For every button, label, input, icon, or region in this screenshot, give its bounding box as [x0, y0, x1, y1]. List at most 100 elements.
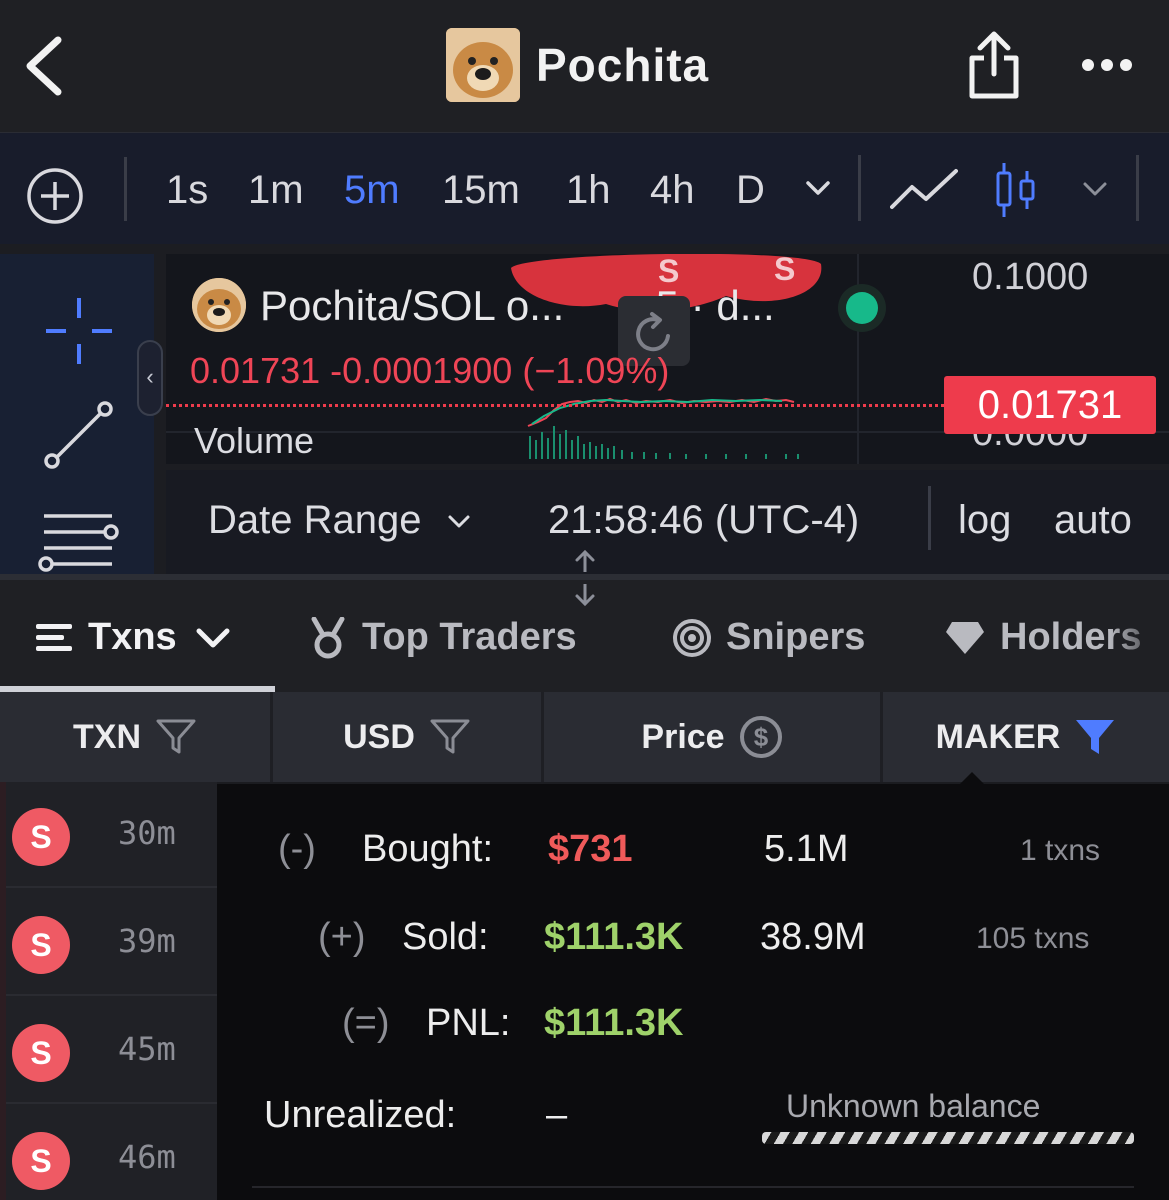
timeframe-1s[interactable]: 1s: [166, 167, 208, 213]
sold-txns: 105 txns: [976, 922, 1090, 955]
back-button[interactable]: [22, 34, 70, 98]
list-icon: [36, 623, 72, 651]
txn-age: 39m: [118, 922, 176, 960]
sell-badge: S: [12, 1132, 70, 1190]
date-range-button[interactable]: Date Range: [208, 498, 471, 543]
sell-badge: S: [12, 916, 70, 974]
bought-prefix: (-): [278, 828, 316, 870]
pair-avatar: [192, 278, 246, 332]
txn-age: 45m: [118, 1030, 176, 1068]
table-row[interactable]: S 46m: [0, 1106, 217, 1200]
tab-label: Snipers: [726, 616, 866, 658]
chart-resize-handle[interactable]: [572, 548, 598, 608]
more-dots-icon: [1082, 59, 1132, 71]
price-readout: 0.01731 -0.0001900 (−1.09%): [190, 350, 669, 392]
auto-scale-toggle[interactable]: auto: [1054, 498, 1132, 543]
tab-fade: [1109, 580, 1169, 692]
more-options-button[interactable]: [1080, 54, 1134, 76]
column-header-txn[interactable]: TXN: [0, 692, 270, 782]
row-accent: [0, 782, 6, 1200]
medal-icon: [311, 616, 345, 658]
horizontal-lines-icon: [38, 514, 119, 572]
chevron-left-icon: [26, 36, 62, 96]
crosshair-tool[interactable]: [42, 294, 116, 373]
column-label: TXN: [73, 717, 141, 756]
column-label: MAKER: [935, 717, 1061, 756]
log-scale-toggle[interactable]: log: [958, 498, 1011, 543]
unrealized-value: –: [546, 1094, 568, 1136]
chevron-down-icon: [448, 515, 470, 528]
price-change-percent: (−1.09%): [522, 350, 670, 391]
sold-prefix: (+): [318, 916, 366, 958]
divider: [858, 155, 861, 221]
filter-active-icon: [1076, 720, 1115, 754]
chevron-down-icon: [196, 628, 230, 647]
txn-age: 46m: [118, 1138, 176, 1176]
top-bar: Pochita: [0, 0, 1169, 132]
timeframe-5m[interactable]: 5m: [344, 167, 400, 213]
table-row[interactable]: S 45m: [0, 998, 217, 1104]
sell-badge: S: [12, 808, 70, 866]
date-range-label: Date Range: [208, 498, 422, 542]
column-header-usd[interactable]: USD: [273, 692, 541, 782]
current-price-line: [166, 404, 944, 407]
timeframe-1m[interactable]: 1m: [248, 167, 304, 213]
chart-type-dropdown[interactable]: [1082, 181, 1108, 202]
chart-clock: 21:58:46 (UTC-4): [548, 498, 860, 542]
timeframe-15m[interactable]: 15m: [442, 167, 520, 213]
timeframe-4h[interactable]: 4h: [650, 167, 695, 213]
filter-icon: [156, 719, 196, 754]
chevron-down-icon: [806, 181, 830, 195]
tab-snipers[interactable]: Snipers: [672, 616, 865, 659]
token-avatar: [446, 28, 520, 102]
divider: [928, 486, 931, 550]
column-label: Price: [641, 717, 725, 756]
divider: [1136, 155, 1139, 221]
table-row[interactable]: S 39m: [0, 890, 217, 996]
bought-txns: 1 txns: [1020, 834, 1101, 867]
tab-top-traders[interactable]: Top Traders: [308, 616, 577, 659]
candlestick-chart-button[interactable]: [994, 161, 1038, 224]
unknown-balance-label: Unknown balance: [786, 1088, 1041, 1124]
column-header-price[interactable]: Price $: [544, 692, 880, 782]
tab-label: Top Traders: [362, 616, 577, 658]
sell-marker: S: [774, 254, 795, 287]
trendline-icon: [44, 401, 113, 469]
sold-label: Sold:: [402, 916, 489, 958]
price-value: 0.01731: [190, 350, 321, 391]
share-button[interactable]: [966, 30, 1022, 100]
add-indicator-button[interactable]: [26, 167, 84, 225]
pair-label: Pochita/SOL o...: [260, 282, 565, 329]
fib-tool[interactable]: [38, 508, 120, 579]
timeframe-dropdown[interactable]: [804, 179, 832, 202]
tab-txns[interactable]: Txns: [34, 616, 231, 659]
txn-list: S 30m S 39m S 45m S 46m: [0, 782, 217, 1200]
candlestick-icon: [996, 163, 1035, 217]
sell-badge: S: [12, 1024, 70, 1082]
table-header: TXN USD Price $ MAKER: [0, 692, 1169, 782]
current-price-tag: 0.01731: [944, 376, 1156, 434]
timeframe-1h[interactable]: 1h: [566, 167, 611, 213]
pnl-prefix: (=): [342, 1002, 390, 1044]
table-row[interactable]: S 30m: [0, 782, 217, 888]
unrealized-label: Unrealized:: [264, 1094, 457, 1136]
pnl-usd: $111.3K: [544, 1002, 684, 1044]
tab-label: Txns: [88, 616, 177, 658]
column-header-maker[interactable]: MAKER: [883, 692, 1169, 782]
volume-bars: [529, 426, 799, 459]
trendline-tool[interactable]: [42, 400, 116, 475]
sold-usd: $111.3K: [544, 916, 684, 958]
line-chart-button[interactable]: [890, 167, 958, 216]
toggle-drawing-panel[interactable]: ‹: [137, 340, 163, 416]
balance-placeholder-bar: [762, 1132, 1134, 1144]
filter-icon: [430, 719, 470, 754]
line-chart-icon: [890, 169, 958, 209]
plus-circle-icon: [27, 168, 83, 224]
price-change: -0.0001900: [330, 350, 513, 391]
share-icon: [969, 31, 1019, 99]
pnl-label: PNL:: [426, 1002, 511, 1044]
divider: [124, 157, 127, 221]
bought-usd: $731: [548, 828, 633, 870]
timeframe-d[interactable]: D: [736, 167, 765, 213]
crosshair-icon: [46, 298, 112, 364]
